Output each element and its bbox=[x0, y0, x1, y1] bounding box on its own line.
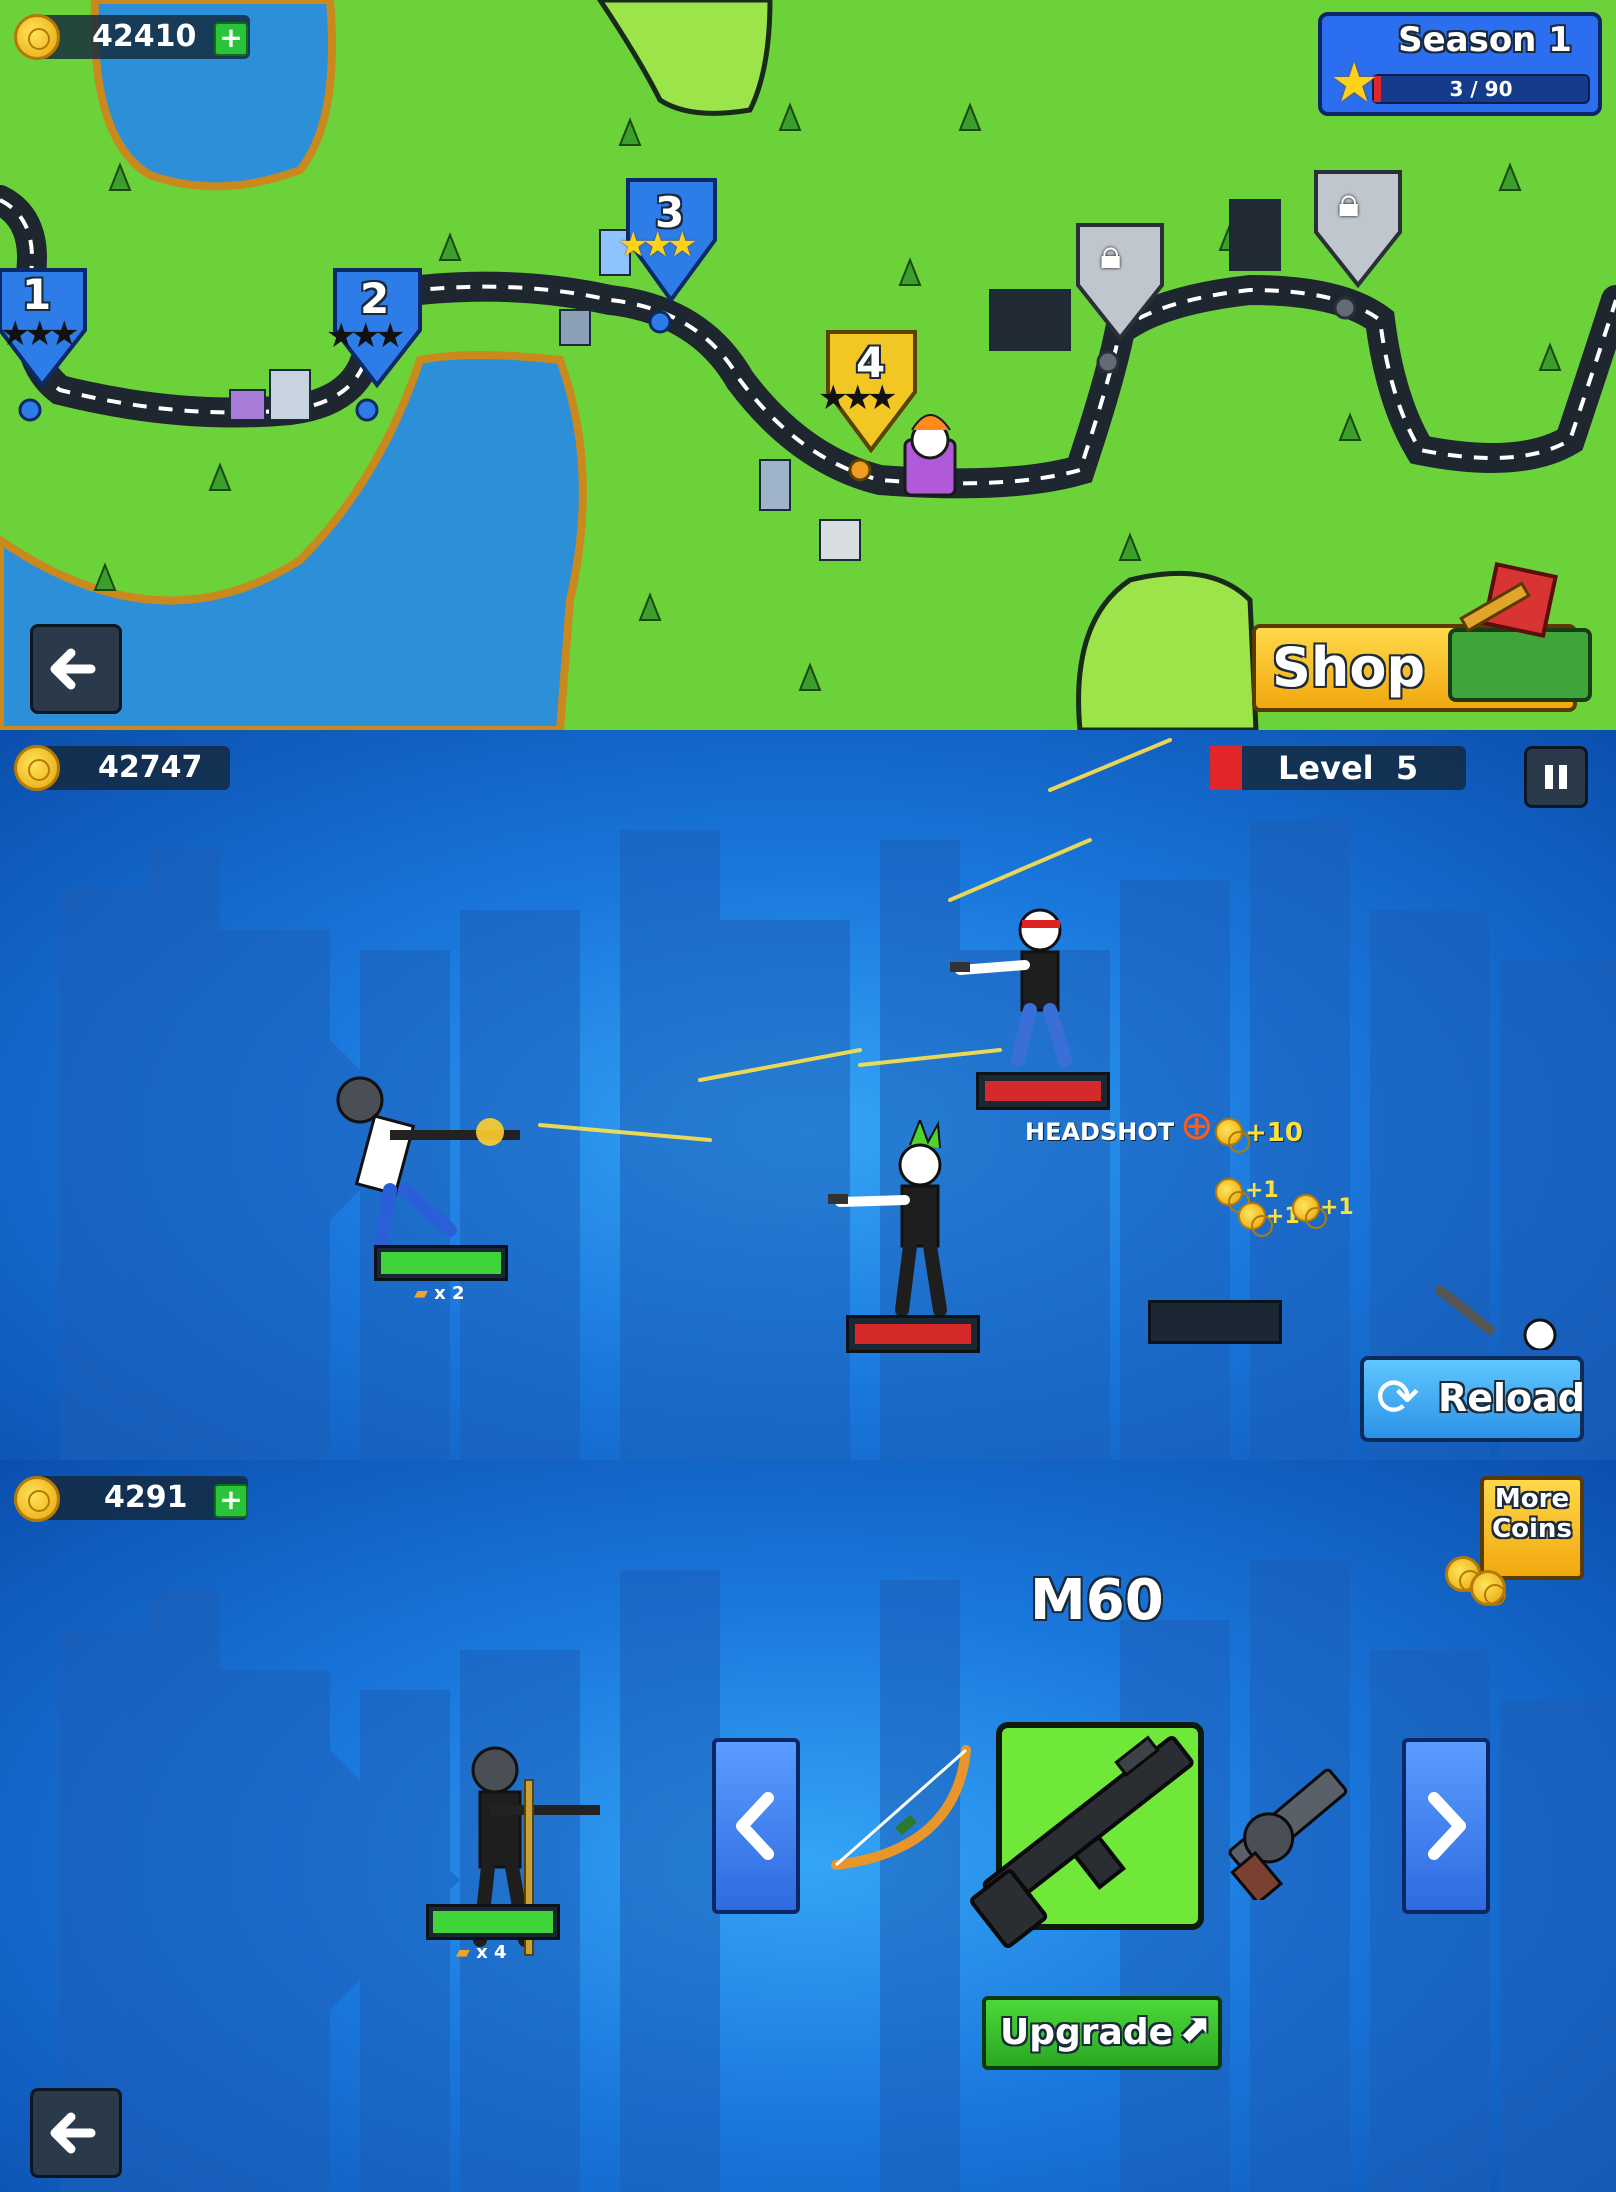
ammo-icon: ▰ bbox=[414, 1283, 428, 1304]
level-2-stars: ★★★ bbox=[326, 316, 405, 356]
shop-label: Shop bbox=[1272, 636, 1426, 699]
lock-icon: 🔒︎ bbox=[1100, 232, 1122, 278]
grenade-launcher-icon bbox=[1228, 1768, 1348, 1900]
level-pins bbox=[0, 170, 1402, 497]
enemy-health-bar bbox=[976, 1072, 1110, 1110]
coin-stack-icon bbox=[1470, 1570, 1506, 1606]
upgrade-button[interactable]: Upgrade ⬈ bbox=[982, 1996, 1222, 2070]
level-4-stars: ★★★ bbox=[818, 378, 897, 418]
coin-pickup-text: +1 bbox=[1320, 1195, 1354, 1220]
weapon-name: M60 bbox=[1030, 1568, 1164, 1633]
player-health-fill bbox=[381, 1252, 501, 1274]
enemy-health-fill bbox=[855, 1324, 971, 1344]
more-coins-label-line1: More bbox=[1494, 1484, 1570, 1514]
defeated-enemy-platform bbox=[1148, 1300, 1282, 1344]
enemy-gunman-green-mohawk bbox=[828, 1120, 947, 1317]
armory-screen: 4291 + More Coins M60 ▰ x 4 Upgrade ⬈ bbox=[0, 1460, 1616, 2192]
more-coins-button[interactable]: More Coins bbox=[1480, 1476, 1584, 1580]
player-ammo-indicator: ▰ x 2 bbox=[414, 1283, 465, 1304]
player-health-bar bbox=[374, 1245, 508, 1281]
more-coins-label-line2: Coins bbox=[1492, 1514, 1572, 1544]
level-3-stars: ★★★ bbox=[618, 225, 697, 265]
level-1-stars: ★★★ bbox=[0, 314, 79, 354]
reload-button[interactable]: ⟳ Reload bbox=[1360, 1356, 1586, 1442]
level-map-screen: 42410 + Season 1 3 / 90 ★ 1 2 3 4 ★★★ ★★… bbox=[0, 0, 1616, 730]
m60-icon bbox=[970, 1735, 1194, 1949]
city-skyline-background bbox=[60, 1560, 1616, 2192]
add-coins-button[interactable]: + bbox=[214, 1484, 248, 1518]
reload-icon: ⟳ bbox=[1376, 1368, 1420, 1428]
player-map-marker bbox=[903, 414, 957, 497]
back-arrow-icon bbox=[50, 648, 96, 690]
back-arrow-icon bbox=[50, 2112, 96, 2154]
player-health-fill bbox=[433, 1911, 553, 1933]
chevron-left-icon bbox=[736, 1792, 774, 1860]
upgrade-arrow-icon: ⬈ bbox=[1178, 2006, 1210, 2050]
coin-icon bbox=[1292, 1194, 1327, 1229]
previous-weapon-button[interactable] bbox=[712, 1738, 800, 1914]
back-button[interactable] bbox=[30, 2088, 122, 2178]
headshot-text: HEADSHOT bbox=[1025, 1118, 1175, 1146]
player-soldier bbox=[336, 1076, 520, 1257]
shop-crate-icon bbox=[1448, 562, 1592, 702]
coin-icon bbox=[1238, 1202, 1273, 1237]
enemy-health-bar bbox=[846, 1315, 980, 1353]
player-ammo-indicator: ▰ x 4 bbox=[456, 1942, 507, 1963]
chevron-right-icon bbox=[1428, 1792, 1466, 1860]
bullet-tracers bbox=[538, 738, 1172, 1142]
next-weapon-button[interactable] bbox=[1402, 1738, 1490, 1914]
fallen-enemy bbox=[1435, 1285, 1557, 1350]
ammo-icon: ▰ bbox=[456, 1942, 470, 1963]
enemy-health-fill bbox=[985, 1081, 1101, 1101]
reload-label: Reload bbox=[1438, 1376, 1586, 1420]
coin-icon bbox=[14, 1476, 60, 1522]
coin-icon bbox=[1215, 1118, 1250, 1153]
enemy-gunman-red-bandana bbox=[950, 908, 1072, 1067]
crosshair-icon: ⊕ bbox=[1180, 1103, 1214, 1149]
headshot-reward: +10 bbox=[1245, 1118, 1303, 1148]
upgrade-label: Upgrade bbox=[1000, 2012, 1174, 2053]
player-health-bar bbox=[426, 1904, 560, 1940]
coin-pickup-text: +1 bbox=[1245, 1178, 1279, 1203]
lock-icon: 🔒︎ bbox=[1338, 180, 1360, 226]
coin-icon bbox=[1215, 1178, 1250, 1213]
battle-screen: 42747 Level 5 ▰ x 2 HEADSHOT ⊕ +10 +1 +1… bbox=[0, 730, 1616, 1460]
coin-amount: 4291 bbox=[104, 1480, 188, 1515]
player-ammo-count: x 4 bbox=[476, 1942, 507, 1963]
back-button[interactable] bbox=[30, 624, 122, 714]
player-ammo-count: x 2 bbox=[434, 1283, 465, 1304]
level-pin-1-number: 1 bbox=[22, 270, 52, 319]
